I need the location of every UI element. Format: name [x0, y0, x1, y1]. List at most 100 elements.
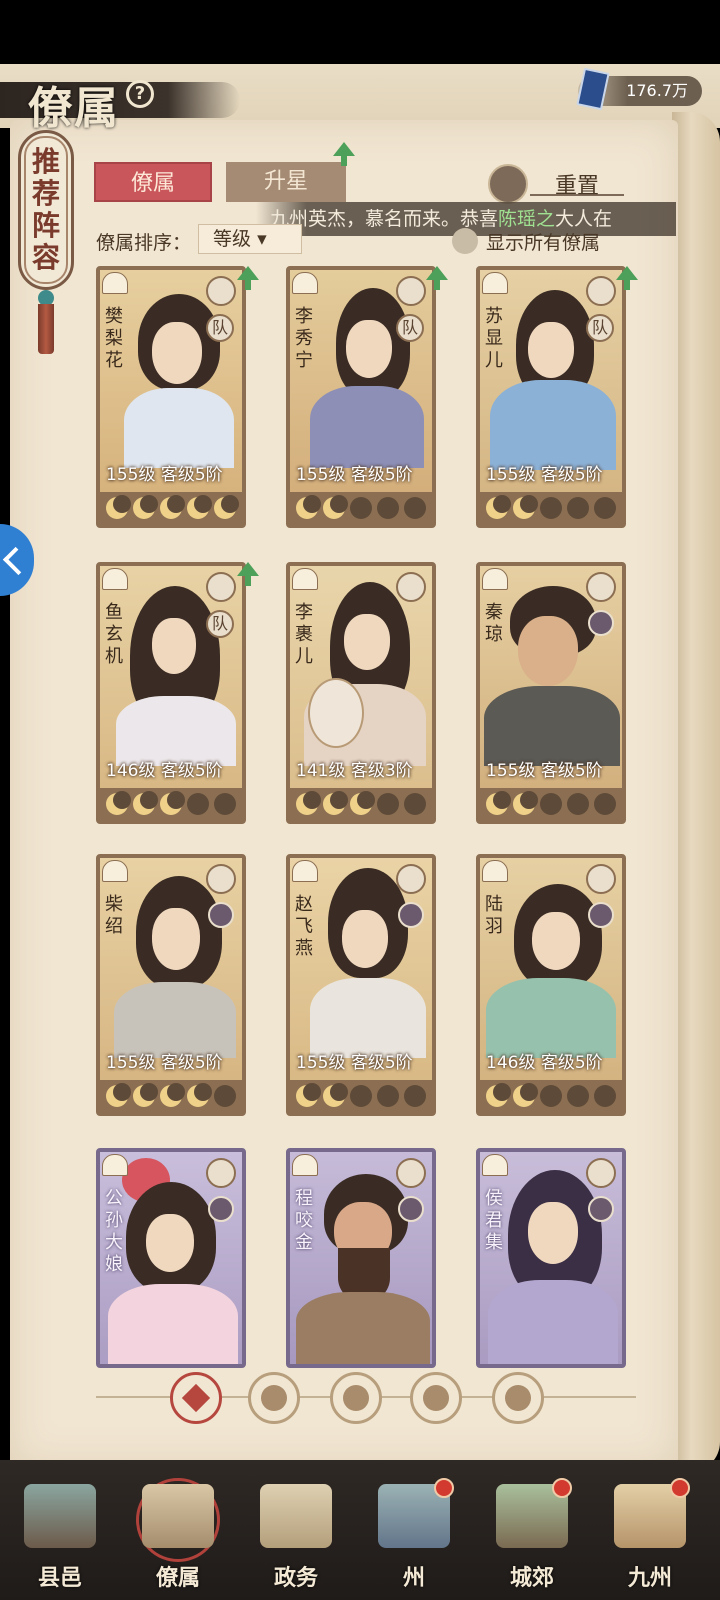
- retainer-card[interactable]: 赵飞燕 155级 客级5阶: [286, 854, 436, 1116]
- page-title: 僚属: [28, 83, 120, 134]
- lion-icon[interactable]: [492, 1372, 544, 1424]
- retainer-level: 141级 客级3阶: [296, 761, 413, 781]
- all-diamond-icon[interactable]: [170, 1372, 222, 1424]
- shield-icon: [206, 276, 236, 306]
- team-badge: 队: [396, 314, 424, 342]
- retainer-level: 155级 客级5阶: [486, 761, 603, 781]
- retainer-card[interactable]: 李裹儿 141级 客级3阶: [286, 562, 436, 824]
- retainer-name: 陆羽: [485, 894, 503, 937]
- retainer-name: 李裹儿: [295, 602, 313, 667]
- retainer-level: 146级 客级5阶: [106, 761, 223, 781]
- fan-icon[interactable]: [410, 1372, 462, 1424]
- paired-avatar: [588, 902, 614, 928]
- reset-button[interactable]: 重置: [530, 168, 624, 199]
- star-moons: [290, 492, 432, 524]
- tab-retainers[interactable]: 僚属: [94, 162, 212, 202]
- retainer-name: 柴绍: [105, 894, 123, 937]
- retainer-card-locked[interactable]: 公孙大娘: [96, 1148, 246, 1368]
- sort-label: 僚属排序：: [96, 232, 192, 254]
- moon-icon: [186, 495, 212, 519]
- drum-icon: [586, 864, 616, 894]
- retainer-card[interactable]: 陆羽 146级 客级5阶: [476, 854, 626, 1116]
- nav-retainers[interactable]: 僚属: [128, 1476, 228, 1596]
- retainer-name: 李秀宁: [295, 306, 313, 371]
- star-moons: [290, 788, 432, 820]
- retainer-card-locked[interactable]: 侯君集: [476, 1148, 626, 1368]
- hat-icon: [292, 1154, 318, 1176]
- bell-icon: [482, 860, 508, 882]
- paired-avatar: [398, 902, 424, 928]
- nav-affairs[interactable]: 政务: [246, 1476, 346, 1596]
- retainer-level: 155级 客级5阶: [106, 1053, 223, 1073]
- bell-icon[interactable]: [248, 1372, 300, 1424]
- notification-dot: [552, 1478, 572, 1498]
- paired-avatar: [208, 1196, 234, 1222]
- sword-icon: [396, 276, 426, 306]
- nav-jiuzhou[interactable]: 九州: [600, 1476, 700, 1596]
- retainer-card[interactable]: 队 李秀宁 155级 客级5阶: [286, 266, 436, 528]
- star-moons: [480, 1080, 622, 1112]
- status-bar: [0, 0, 720, 64]
- tab-star-up[interactable]: 升星: [226, 162, 346, 202]
- nav-label: 城郊: [509, 1565, 554, 1591]
- retainer-name: 侯君集: [485, 1188, 503, 1253]
- upgrade-arrow-icon: [616, 266, 638, 290]
- sword-icon: [586, 572, 616, 602]
- nav-county[interactable]: 县邑: [10, 1476, 110, 1596]
- question-mark-icon[interactable]: ?: [126, 80, 154, 108]
- gourd-icon: [482, 272, 508, 294]
- gourd-icon[interactable]: [330, 1372, 382, 1424]
- nav-label: 县邑: [37, 1565, 82, 1591]
- nav-label: 僚属: [155, 1565, 200, 1591]
- retainer-level: 146级 客级5阶: [486, 1053, 603, 1073]
- retainer-name: 秦琼: [485, 602, 503, 645]
- retainer-name: 公孙大娘: [105, 1188, 123, 1275]
- sword-icon: [396, 864, 426, 894]
- upgrade-arrow-icon: [237, 562, 259, 586]
- retainer-name: 鱼玄机: [105, 602, 123, 667]
- retainer-level: 155级 客级5阶: [296, 465, 413, 485]
- retainer-card-locked[interactable]: 程咬金: [286, 1148, 436, 1368]
- fan-icon: [102, 272, 128, 294]
- notification-dot: [434, 1478, 454, 1498]
- nav-suburb[interactable]: 城郊: [482, 1476, 582, 1596]
- hat-icon: [292, 860, 318, 882]
- gourd-icon: [482, 1154, 508, 1176]
- star-moons: [290, 1080, 432, 1112]
- retainer-name: 苏显儿: [485, 306, 503, 371]
- lion-icon: [102, 860, 128, 882]
- retainer-name: 樊梨花: [105, 306, 123, 371]
- reset-icon[interactable]: [488, 164, 528, 204]
- sword-icon: [206, 1158, 236, 1188]
- show-all-radio[interactable]: [452, 228, 478, 254]
- upgrade-arrow-icon: [333, 142, 355, 166]
- sword-icon: [586, 1158, 616, 1188]
- paired-avatar: [588, 1196, 614, 1222]
- yin-yang-icon: [396, 572, 426, 602]
- retainer-card[interactable]: 队 鱼玄机 146级 客级5阶: [96, 562, 246, 824]
- moon-icon: [213, 495, 239, 519]
- sort-selected-value: 等级: [213, 228, 252, 250]
- star-moons: [100, 492, 242, 524]
- affairs-scroll-icon: [260, 1484, 332, 1548]
- team-badge: 队: [206, 610, 234, 638]
- retainer-card[interactable]: 队 樊梨花 155级 客级5阶: [96, 266, 246, 528]
- star-moons: [480, 788, 622, 820]
- nav-prefecture[interactable]: 州: [364, 1476, 464, 1596]
- star-moons: [480, 492, 622, 524]
- retainer-scroll-icon: [142, 1484, 214, 1548]
- retainer-card[interactable]: 柴绍 155级 客级5阶: [96, 854, 246, 1116]
- retainer-card[interactable]: 队 苏显儿 155级 客级5阶: [476, 266, 626, 528]
- fan-icon: [102, 1154, 128, 1176]
- shield-icon: [396, 1158, 426, 1188]
- team-badge: 队: [206, 314, 234, 342]
- tassel: [38, 304, 54, 354]
- paired-avatar: [398, 1196, 424, 1222]
- hat-icon: [292, 568, 318, 590]
- paired-avatar: [208, 902, 234, 928]
- sort-dropdown[interactable]: 等级 ▾: [198, 224, 302, 254]
- fan-icon: [102, 568, 128, 590]
- retainer-card[interactable]: 秦琼 155级 客级5阶: [476, 562, 626, 824]
- retainer-level: 155级 客级5阶: [106, 465, 223, 485]
- star-moons: [100, 788, 242, 820]
